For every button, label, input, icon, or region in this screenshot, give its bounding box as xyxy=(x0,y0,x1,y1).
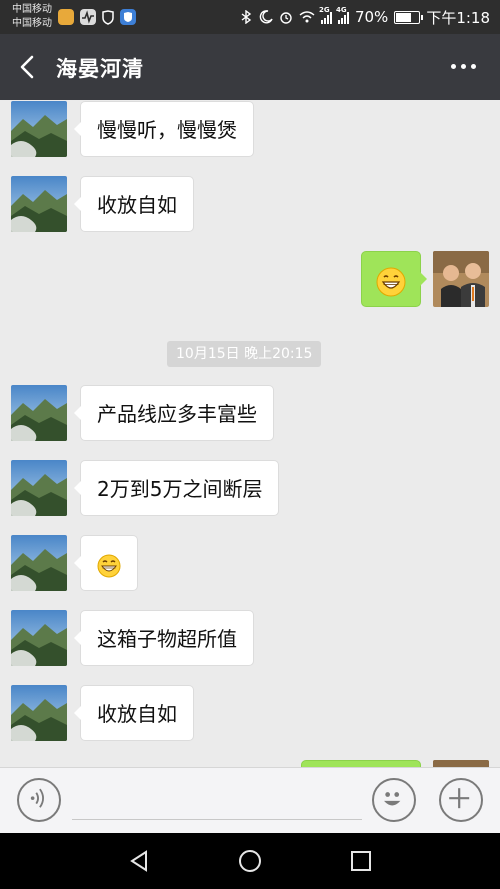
message-bubble[interactable]: 这箱子物超所值 xyxy=(74,610,254,666)
chat-title: 海晏河清 xyxy=(56,57,144,81)
back-icon[interactable] xyxy=(14,52,42,82)
plus-icon xyxy=(449,788,470,809)
emoji-icon xyxy=(384,792,401,806)
message-bubble[interactable]: 2万到5万之间断层 xyxy=(73,460,280,516)
battery-fill xyxy=(396,12,411,22)
message-bubble[interactable] xyxy=(74,535,138,591)
message-input-bar xyxy=(0,767,500,833)
battery-percent: 70% xyxy=(354,8,389,26)
sent-message-bubble[interactable] xyxy=(301,760,421,767)
emoji-button[interactable] xyxy=(372,778,416,822)
security-notification-icon xyxy=(120,9,136,25)
signal-1-icon: 2G xyxy=(319,6,332,24)
time-divider: 10月15日 晚上20:15 xyxy=(167,341,322,367)
contact-avatar[interactable] xyxy=(11,685,67,741)
wifi-icon xyxy=(299,11,315,23)
contact-avatar[interactable] xyxy=(11,535,67,591)
status-indicators: 2G 4G 70% 下午1:18 xyxy=(239,6,490,27)
contact-avatar[interactable] xyxy=(11,460,67,516)
activity-notification-icon xyxy=(80,9,96,25)
do-not-disturb-icon xyxy=(259,10,273,24)
bluetooth-icon xyxy=(241,10,252,24)
grinning-face-emoji xyxy=(97,554,121,577)
battery-icon xyxy=(394,10,424,24)
user-avatar[interactable] xyxy=(433,251,489,307)
more-options-icon[interactable] xyxy=(451,64,476,69)
status-bar: 中国移动 中国移动 2G 4G 70% 下午1:18 xyxy=(0,0,500,34)
message-bubble[interactable]: 收放自如 xyxy=(74,685,194,741)
voice-icon xyxy=(30,788,44,808)
sent-message-bubble[interactable] xyxy=(361,251,427,307)
alarm-icon xyxy=(280,12,292,24)
contact-avatar[interactable] xyxy=(11,176,67,232)
more-functions-button[interactable] xyxy=(439,778,483,822)
clock: 下午1:18 xyxy=(426,8,490,27)
carrier-label-2: 中国移动 xyxy=(12,18,52,29)
voice-input-button[interactable] xyxy=(17,778,61,822)
system-back-icon[interactable] xyxy=(127,849,151,873)
grinning-face-emoji xyxy=(376,267,406,296)
contact-avatar[interactable] xyxy=(11,101,67,157)
message-bubble[interactable]: 产品线应多丰富些 xyxy=(74,385,274,441)
home-icon[interactable] xyxy=(238,849,262,873)
contact-avatar[interactable] xyxy=(11,385,67,441)
recent-apps-icon[interactable] xyxy=(349,849,373,873)
user-avatar[interactable] xyxy=(433,760,489,767)
signal-2-icon: 4G xyxy=(336,6,349,24)
message-input[interactable] xyxy=(72,780,362,820)
chat-header: 海晏河清 xyxy=(0,34,500,100)
system-navigation-bar xyxy=(0,833,500,889)
message-list[interactable]: 慢慢听，慢慢煲 收放自如 10月15日 晚上20:15 产品线应多丰富些 2万到… xyxy=(0,100,500,767)
shield-notification-icon xyxy=(100,9,116,25)
carrier-label-1: 中国移动 xyxy=(12,4,52,15)
app-notification-icon xyxy=(58,9,74,25)
contact-avatar[interactable] xyxy=(11,610,67,666)
message-bubble[interactable]: 收放自如 xyxy=(74,176,194,232)
message-bubble[interactable]: 慢慢听，慢慢煲 xyxy=(74,101,254,157)
